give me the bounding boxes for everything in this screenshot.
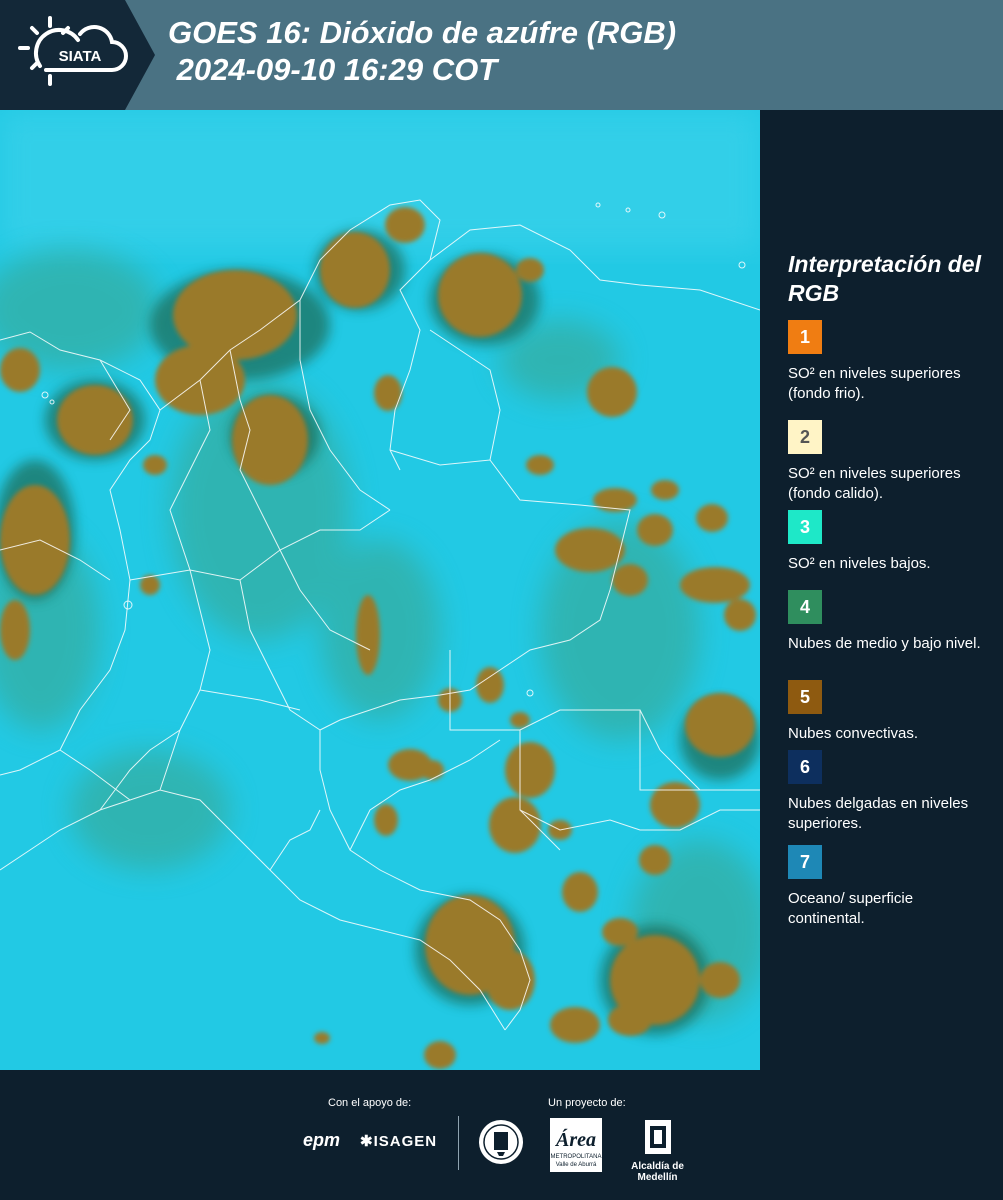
legend-swatch: 5: [788, 680, 822, 714]
medellin-seal-logo[interactable]: [477, 1118, 525, 1166]
legend-text: SO² en niveles superiores (fondo calido)…: [788, 465, 961, 502]
legend-item-2: 2 SO² en niveles superiores (fondo calido…: [788, 420, 988, 504]
alcaldia-shield-icon: [644, 1120, 671, 1154]
area-logo-mark: Área: [554, 1128, 596, 1151]
siata-logo: SIATA: [0, 0, 155, 110]
siata-logo-text: SIATA: [59, 48, 102, 65]
support-label: Con el apoyo de:: [328, 1097, 412, 1109]
alcaldia-label: Alcaldía de Medellín: [631, 1161, 684, 1183]
legend-item-5: 5 Nubes convectivas.: [788, 680, 988, 744]
legend-item-4: 4 Nubes de medio y bajo nivel.: [788, 590, 988, 654]
legend-item-1: 1 SO² en niveles superiores (fondo frio).: [788, 320, 988, 404]
legend-swatch: 1: [788, 320, 822, 354]
legend-swatch: 4: [788, 590, 822, 624]
legend-swatch: 3: [788, 510, 822, 544]
satellite-imagery: [0, 110, 760, 1070]
epm-logo[interactable]: epm: [303, 1130, 340, 1151]
legend-swatch: 6: [788, 750, 822, 784]
legend-swatch: 7: [788, 845, 822, 879]
isagen-logo[interactable]: ✱ISAGEN: [360, 1132, 437, 1150]
alcaldia-medellin-logo[interactable]: Alcaldía de Medellín: [610, 1118, 705, 1183]
legend-text: SO² en niveles superiores (fondo frio).: [788, 365, 961, 402]
area-logo-line-2: Valle de Aburrá: [556, 1162, 597, 1168]
project-label: Un proyecto de:: [548, 1097, 626, 1109]
legend-title: Interpretación del RGB: [788, 251, 981, 306]
legend-text: Nubes delgadas en niveles superiores.: [788, 795, 969, 832]
legend-text: Nubes de medio y bajo nivel.: [788, 635, 981, 652]
footer: Con el apoyo de: Un proyecto de: epm ✱IS…: [0, 1070, 1003, 1200]
isagen-logo-text: ISAGEN: [373, 1133, 438, 1150]
legend-text: SO² en niveles bajos.: [788, 555, 931, 572]
isagen-icon: ✱: [360, 1133, 374, 1150]
area-metropolitana-logo[interactable]: Área METROPOLITANA Valle de Aburrá: [550, 1118, 602, 1172]
footer-separator: [458, 1116, 459, 1170]
legend-swatch: 2: [788, 420, 822, 454]
legend-item-7: 7 Oceano/ superficie continental.: [788, 845, 988, 929]
satellite-map[interactable]: [0, 110, 760, 1070]
page-title: GOES 16: Dióxido de azúfre (RGB) 2024-09…: [168, 14, 676, 88]
header-bar: SIATA GOES 16: Dióxido de azúfre (RGB) 2…: [0, 0, 1003, 110]
legend-item-6: 6 Nubes delgadas en niveles superiores.: [788, 750, 988, 834]
title-line-2: 2024-09-10 16:29 COT: [168, 52, 498, 87]
legend-panel: Interpretación del RGB 1 SO² en niveles s…: [760, 110, 1003, 1070]
area-logo-line-1: METROPOLITANA: [551, 1154, 602, 1160]
legend-text: Nubes convectivas.: [788, 725, 919, 742]
legend-item-3: 3 SO² en niveles bajos.: [788, 510, 988, 574]
legend-text: Oceano/ superficie continental.: [788, 890, 914, 927]
title-line-1: GOES 16: Dióxido de azúfre (RGB): [168, 15, 677, 50]
